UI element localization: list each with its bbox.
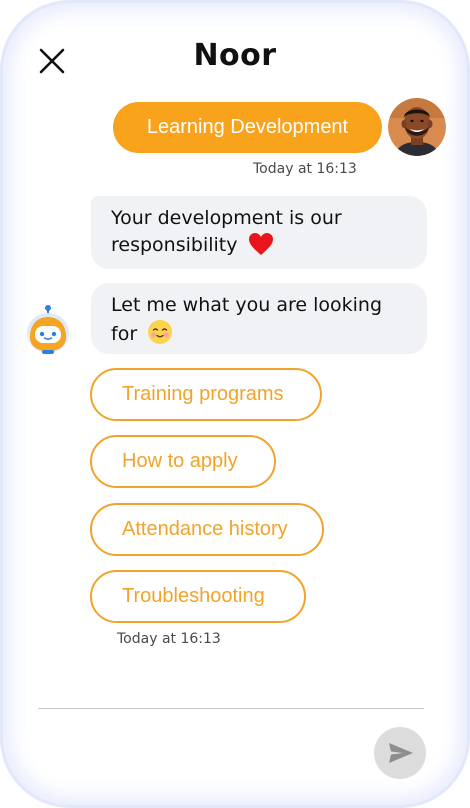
smiling-face-emoji bbox=[148, 320, 173, 344]
quick-reply-troubleshooting[interactable]: Troubleshooting bbox=[90, 570, 306, 623]
bot-message-timestamp: Today at 16:13 bbox=[117, 631, 221, 647]
robot-icon bbox=[27, 305, 69, 354]
bot-avatar bbox=[26, 304, 72, 356]
bot-message-bubble: Let me what you are looking for bbox=[91, 283, 427, 354]
bot-message-bubble: Your development is our responsibility bbox=[91, 196, 427, 269]
send-button[interactable] bbox=[374, 727, 426, 779]
message-input[interactable] bbox=[38, 722, 368, 784]
send-icon bbox=[389, 743, 413, 763]
quick-reply-training-programs[interactable]: Training programs bbox=[90, 368, 322, 421]
bot-message-text: Your development is our responsibility bbox=[111, 207, 342, 256]
user-message-timestamp: Today at 16:13 bbox=[253, 161, 357, 177]
quick-reply-attendance-history[interactable]: Attendance history bbox=[90, 503, 324, 556]
quick-reply-how-to-apply[interactable]: How to apply bbox=[90, 435, 276, 488]
red-heart-emoji bbox=[248, 233, 273, 255]
user-avatar bbox=[388, 98, 446, 156]
chat-window: Noor Learning Development Today at 16:13… bbox=[0, 0, 470, 808]
composer-divider bbox=[38, 708, 424, 709]
chat-title: Noor bbox=[193, 38, 277, 73]
user-message-bubble: Learning Development bbox=[113, 102, 382, 153]
